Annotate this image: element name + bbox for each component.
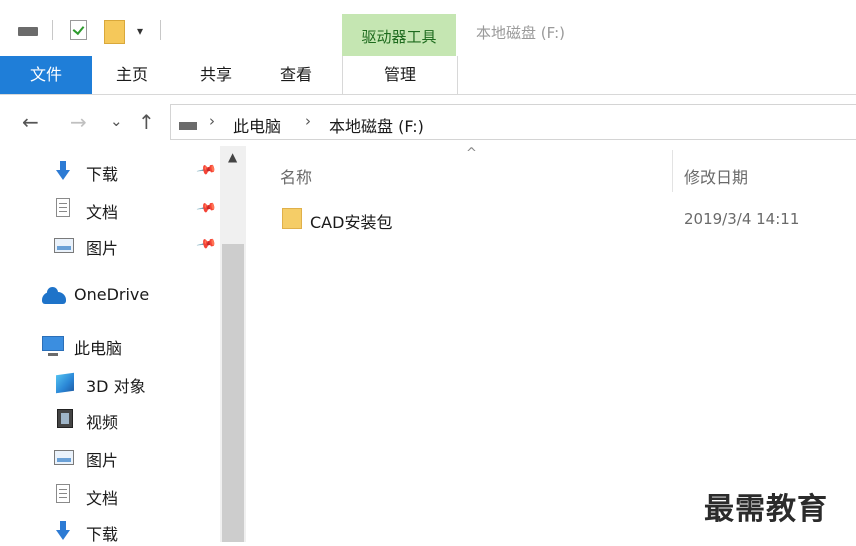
nav-item-label: 图片 [86,239,119,258]
breadcrumb-this-pc[interactable]: 此电脑 [233,113,281,137]
nav-item-videos[interactable]: 视频 [0,404,220,434]
nav-item-documents[interactable]: 文档 [0,480,220,510]
scroll-up-arrow-icon[interactable]: ▲ [228,150,237,164]
download-arrow-icon [56,521,70,541]
tab-share[interactable]: 共享 [176,56,256,94]
new-folder-icon[interactable] [104,20,125,44]
download-arrow-icon [56,161,70,181]
toolbar-separator [52,20,53,40]
onedrive-cloud-icon [42,287,66,304]
nav-item-3d-objects[interactable]: 3D 对象 [0,368,220,398]
up-arrow-icon[interactable]: ↑ [138,110,155,134]
column-header-name[interactable]: 名称 [280,164,312,188]
drive-icon[interactable] [18,27,38,36]
tab-share-label: 共享 [199,65,232,84]
back-arrow-icon[interactable]: ← [22,110,39,134]
forward-arrow-icon[interactable]: → [70,110,87,134]
sort-ascending-icon: ^ [466,146,477,161]
nav-item-label: 下载 [86,165,119,184]
computer-icon [42,336,64,356]
pictures-icon [54,450,74,465]
nav-item-downloads[interactable]: 下载 📌 [0,156,220,186]
nav-scrollbar-thumb[interactable] [222,244,244,542]
drive-icon [179,122,197,130]
tab-home[interactable]: 主页 [92,56,172,94]
ribbon-tabs: 文件 主页 共享 查看 管理 [0,56,856,95]
title-bar: ▾ 驱动器工具 本地磁盘 (F:) [0,0,856,56]
nav-item-label: OneDrive [74,285,150,304]
nav-item-label: 下载 [86,525,119,544]
tab-file-label: 文件 [29,65,62,84]
address-bar[interactable]: › 此电脑 › 本地磁盘 (F:) [170,104,856,140]
tab-manage-label: 管理 [383,65,416,84]
toolbar-separator [160,20,161,40]
file-row[interactable]: CAD安装包 2019/3/4 14:11 [262,200,856,240]
nav-item-label: 视频 [86,413,119,432]
document-icon [56,198,70,217]
pin-icon[interactable]: 📌 [195,160,217,182]
nav-item-this-pc[interactable]: 此电脑 [0,330,220,360]
contextual-tab-group: 驱动器工具 [342,14,456,56]
file-name: CAD安装包 [310,213,393,232]
tab-view[interactable]: 查看 [256,56,336,94]
nav-item-label: 文档 [86,489,119,508]
nav-item-pictures[interactable]: 图片 📌 [0,230,220,260]
breadcrumb-separator-icon[interactable]: › [209,112,215,130]
nav-item-onedrive[interactable]: OneDrive [0,280,220,310]
navigation-pane: 下载 📌 文档 📌 图片 📌 OneDrive 此电脑 3D 对象 视频 图片 … [0,146,246,544]
pin-icon[interactable]: 📌 [195,198,217,220]
breadcrumb-separator-icon[interactable]: › [305,112,311,130]
file-modified-date: 2019/3/4 14:11 [684,210,800,228]
column-divider[interactable] [672,150,673,192]
nav-item-label: 文档 [86,203,119,222]
pictures-icon [54,238,74,253]
nav-item-label: 图片 [86,451,119,470]
pin-icon[interactable]: 📌 [195,234,217,256]
tab-view-label: 查看 [279,65,312,84]
nav-item-documents[interactable]: 文档 📌 [0,194,220,224]
nav-item-label: 3D 对象 [86,377,146,396]
tab-file[interactable]: 文件 [0,56,92,94]
videos-icon [57,409,73,428]
window-title: 本地磁盘 (F:) [476,24,565,42]
3d-objects-icon [56,372,74,394]
contextual-tab-label: 驱动器工具 [361,28,437,46]
nav-item-label: 此电脑 [74,339,123,358]
nav-item-pictures[interactable]: 图片 [0,442,220,472]
folder-icon [282,208,302,229]
column-header-modified[interactable]: 修改日期 [684,164,748,188]
customize-dropdown-icon[interactable]: ▾ [137,24,143,38]
watermark-logo: 最需教育 [704,492,828,527]
document-icon [56,484,70,503]
breadcrumb-local-disk[interactable]: 本地磁盘 (F:) [329,113,424,137]
properties-check-icon[interactable] [70,20,87,40]
tab-home-label: 主页 [115,65,148,84]
tab-manage[interactable]: 管理 [342,56,458,94]
recent-locations-chevron-icon[interactable]: ⌄ [110,112,123,130]
